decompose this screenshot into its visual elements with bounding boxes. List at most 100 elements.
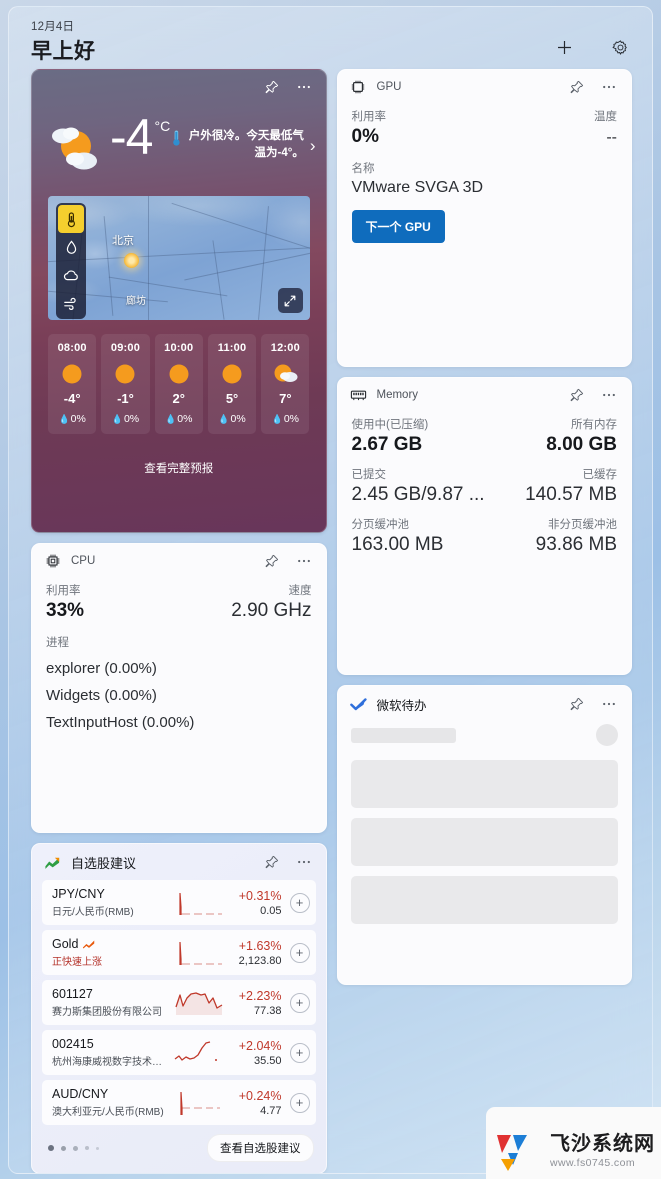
stock-price: 2,123.80	[238, 954, 282, 967]
weather-advisory[interactable]: 户外很冷。今天最低气温为-4°。 ›	[170, 128, 316, 162]
page-dot[interactable]	[85, 1146, 89, 1150]
stock-row[interactable]: 002415 杭州海康威视数字技术股份... +2.04% 35.50 +	[42, 1030, 316, 1075]
widgets-column-left: -4 °C 户外很冷。今天最低气温为-4°。 › 北京 廊坊 08:00 -4°…	[31, 69, 327, 1173]
stock-symbol: JPY/CNY	[52, 887, 105, 901]
stocks-view-all-button[interactable]: 查看自选股建议	[207, 1134, 314, 1162]
cpu-processes-label: 进程	[46, 637, 69, 649]
memory-widget[interactable]: Memory 使用中(已压缩) 所有内存 2.67 GB 8.00 GB 已提交…	[336, 377, 632, 675]
map-layer-temperature[interactable]	[58, 205, 84, 233]
weather-full-forecast-button[interactable]: 查看完整预报	[134, 456, 223, 480]
cpu-more-button[interactable]	[293, 550, 315, 572]
weather-widget[interactable]: -4 °C 户外很冷。今天最低气温为-4°。 › 北京 廊坊 08:00 -4°…	[31, 69, 327, 533]
cpu-usage-value: 33%	[46, 600, 85, 621]
map-location-marker	[124, 253, 139, 268]
pin-icon	[570, 697, 584, 711]
stock-row[interactable]: Gold 正快速上涨 +1.63% 2,123.80 +	[42, 930, 316, 975]
map-layer-clouds[interactable]	[58, 261, 84, 289]
weather-map[interactable]: 北京 廊坊	[48, 196, 310, 320]
memory-widget-body: 使用中(已压缩) 所有内存 2.67 GB 8.00 GB 已提交 已缓存 2.…	[338, 412, 632, 570]
stock-row[interactable]: AUD/CNY 澳大利亚元/人民币(RMB) +0.24% 4.77 +	[42, 1080, 316, 1125]
map-layer-precipitation[interactable]	[58, 233, 84, 261]
gpu-temp-label: 温度	[594, 111, 617, 123]
cpu-widget[interactable]: CPU 利用率 速度 33% 2.90 GHz 进程 explorer (0.0…	[31, 543, 327, 833]
stock-add-button[interactable]: +	[289, 1042, 310, 1063]
gpu-more-button[interactable]	[598, 76, 620, 98]
wind-icon	[63, 297, 76, 310]
cpu-process-item: TextInputHost (0.00%)	[46, 714, 195, 731]
pin-icon	[265, 554, 278, 568]
page-dot[interactable]	[73, 1145, 78, 1151]
memory-stick-icon	[350, 387, 367, 404]
gpu-widget[interactable]: GPU 利用率 温度 0% -- 名称 VMware SVGA 3D 下一个 G…	[336, 69, 632, 367]
add-widget-button[interactable]	[550, 33, 578, 61]
stock-name: 澳大利亚元/人民币(RMB)	[52, 1107, 164, 1118]
gpu-pin-button[interactable]	[566, 76, 588, 98]
stock-add-button[interactable]: +	[289, 892, 310, 913]
stock-add-button[interactable]: +	[289, 992, 310, 1013]
stock-symbol: 002415	[52, 1037, 94, 1051]
water-drop-icon: 💧	[218, 414, 230, 424]
stock-change: +0.24%	[238, 1088, 282, 1103]
gpu-chip-icon	[350, 79, 367, 96]
memory-total-value: 8.00 GB	[546, 434, 617, 455]
gpu-next-button[interactable]: 下一个 GPU	[351, 210, 445, 243]
weather-more-button[interactable]	[293, 76, 315, 98]
hourly-cell[interactable]: 12:00 7° 💧0%	[261, 334, 310, 434]
weather-pin-button[interactable]	[261, 76, 283, 98]
todo-pin-button[interactable]	[566, 693, 588, 715]
todo-more-button[interactable]	[598, 693, 620, 715]
cpu-pin-button[interactable]	[261, 550, 283, 572]
hourly-cell[interactable]: 09:00 -1° 💧0%	[101, 334, 150, 434]
memory-pin-button[interactable]	[566, 384, 588, 406]
memory-inuse-label: 使用中(已压缩)	[351, 419, 429, 431]
page-dot[interactable]	[96, 1146, 99, 1150]
cpu-speed-value: 2.90 GHz	[231, 600, 312, 621]
stocks-widget[interactable]: 自选股建议 JPY/CNY 日元/人民币(RMB) +0.31% 0.05 + …	[31, 843, 327, 1173]
cpu-chip-icon	[44, 553, 61, 570]
stock-add-button[interactable]: +	[289, 1092, 310, 1113]
watermark: 飞沙系统网 www.fs0745.com	[491, 1125, 655, 1177]
stock-name: 日元/人民币(RMB)	[52, 907, 134, 918]
header-date: 12月4日	[31, 21, 75, 33]
hourly-cell[interactable]: 10:00 2° 💧0%	[154, 334, 203, 434]
skeleton-task	[350, 760, 618, 808]
stock-trend-icon	[44, 854, 61, 871]
memory-more-button[interactable]	[598, 384, 620, 406]
stocks-more-button[interactable]	[293, 851, 315, 873]
hourly-precip: 💧0%	[58, 413, 86, 425]
sun-icon	[101, 360, 149, 388]
stocks-pin-button[interactable]	[261, 851, 283, 873]
widgets-settings-button[interactable]	[606, 33, 634, 61]
expand-icon	[284, 295, 296, 306]
water-drop-icon: 💧	[58, 414, 70, 424]
stock-symbol: Gold	[52, 937, 79, 951]
cpu-widget-body: 利用率 速度 33% 2.90 GHz 进程 explorer (0.00%) …	[32, 578, 326, 745]
hourly-cell[interactable]: 11:00 5° 💧0%	[207, 334, 257, 434]
stock-row[interactable]: 601127 赛力斯集团股份有限公司 +2.23% 77.38 +	[42, 980, 316, 1025]
page-dot[interactable]	[48, 1145, 54, 1151]
hourly-cell[interactable]: 08:00 -4° 💧0%	[48, 334, 97, 434]
map-expand-button[interactable]	[277, 288, 303, 313]
gpu-temp-value: --	[606, 129, 617, 146]
page-dot[interactable]	[61, 1145, 66, 1151]
weather-hourly-forecast: 08:00 -4° 💧0% 09:00 -1° 💧0% 10:00 2° 💧0%…	[32, 320, 326, 434]
cpu-widget-header: CPU	[32, 544, 326, 578]
hourly-time: 08:00	[57, 342, 87, 354]
pin-icon	[265, 80, 278, 94]
pin-icon	[265, 855, 278, 869]
todo-widget[interactable]: 微软待办	[336, 685, 632, 985]
stock-name: 正快速上涨	[52, 957, 102, 968]
stocks-pagination[interactable]	[48, 1145, 207, 1151]
stock-change: +1.63%	[238, 938, 282, 953]
more-options-icon	[297, 85, 310, 89]
map-city-secondary: 廊坊	[126, 296, 146, 307]
stock-row[interactable]: JPY/CNY 日元/人民币(RMB) +0.31% 0.05 +	[42, 880, 316, 925]
memory-pagedpool-value: 163.00 MB	[351, 534, 444, 555]
weather-current: -4 °C 户外很冷。今天最低气温为-4°。 ›	[32, 104, 326, 196]
stock-add-button[interactable]: +	[289, 942, 310, 963]
cloud-icon	[63, 269, 78, 280]
stock-sparkline	[179, 892, 222, 915]
stocks-list: JPY/CNY 日元/人民币(RMB) +0.31% 0.05 + Gold 正…	[32, 880, 326, 1125]
map-layer-wind[interactable]	[58, 289, 84, 317]
more-options-icon	[297, 559, 310, 563]
